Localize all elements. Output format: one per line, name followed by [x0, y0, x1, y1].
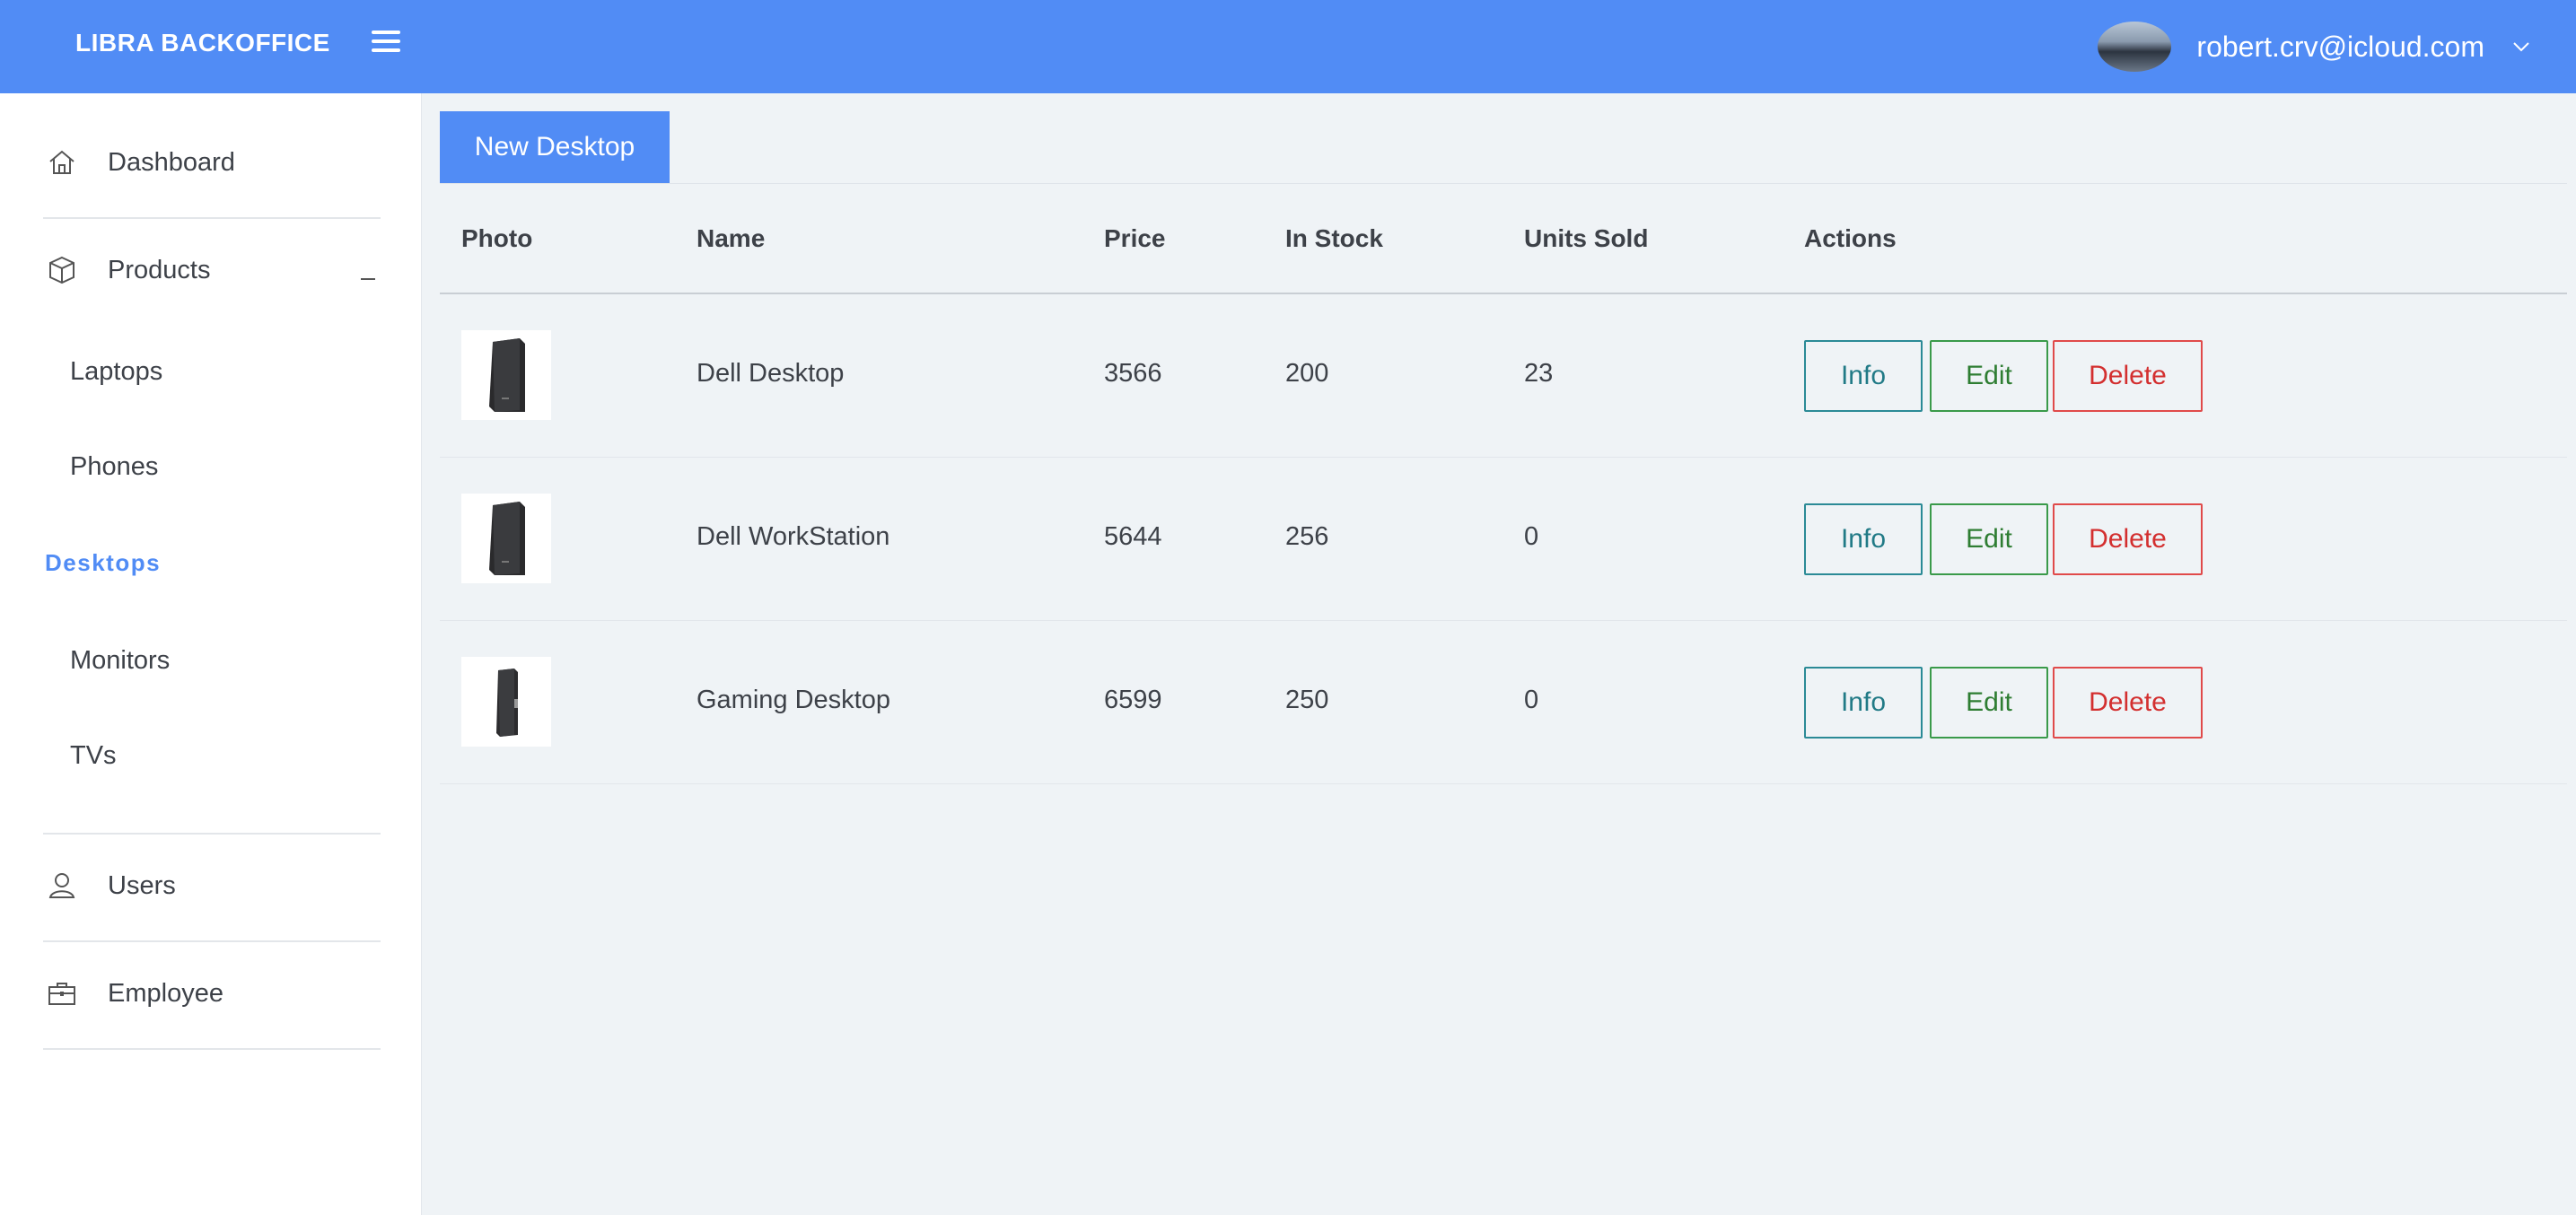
user-email[interactable]: robert.crv@icloud.com: [2196, 31, 2484, 64]
sidebar-item-label: Dashboard: [108, 147, 235, 177]
product-units-sold: 23: [1524, 359, 1554, 388]
collapse-icon[interactable]: [361, 278, 375, 280]
sidebar-item-employee[interactable]: Employee: [0, 948, 422, 1038]
sidebar: Dashboard Products Laptops Phones Deskto…: [0, 93, 422, 1215]
product-in-stock: 200: [1285, 359, 1329, 388]
sidebar-item-label: Employee: [108, 978, 223, 1008]
user-menu[interactable]: robert.crv@icloud.com: [2098, 0, 2531, 93]
product-units-sold: 0: [1524, 686, 1539, 714]
delete-button[interactable]: Delete: [2053, 340, 2203, 412]
product-name: Dell Desktop: [697, 359, 845, 388]
top-navbar: LIBRA BACKOFFICE robert.crv@icloud.com: [0, 0, 2576, 93]
home-icon: [49, 150, 74, 174]
table-row: Gaming Desktop 6599 250 0 Info Edit Dele…: [440, 621, 2567, 784]
divider: [43, 940, 381, 942]
desktop-tower-icon: [489, 502, 525, 575]
sidebar-item-phones[interactable]: Phones: [70, 452, 158, 482]
info-button[interactable]: Info: [1804, 503, 1923, 575]
avatar[interactable]: [2098, 22, 2172, 72]
edit-button[interactable]: Edit: [1930, 503, 2048, 575]
sidebar-item-label: Products: [108, 255, 211, 284]
product-price: 5644: [1104, 522, 1162, 551]
column-header-name: Name: [697, 224, 766, 252]
divider: [43, 1048, 381, 1050]
hamburger-icon[interactable]: [372, 28, 400, 55]
delete-button[interactable]: Delete: [2053, 667, 2203, 739]
edit-button[interactable]: Edit: [1930, 667, 2048, 739]
briefcase-icon: [48, 983, 75, 1005]
sidebar-item-monitors[interactable]: Monitors: [70, 646, 170, 676]
box-icon: [49, 256, 74, 284]
sidebar-item-users[interactable]: Users: [0, 841, 422, 931]
info-button[interactable]: Info: [1804, 667, 1923, 739]
delete-button[interactable]: Delete: [2053, 503, 2203, 575]
table-row: Dell WorkStation 5644 256 0 Info Edit De…: [440, 458, 2567, 621]
product-photo[interactable]: [461, 494, 551, 583]
sidebar-item-laptops[interactable]: Laptops: [70, 357, 162, 387]
sidebar-item-products[interactable]: Products: [0, 225, 422, 315]
product-in-stock: 250: [1285, 686, 1329, 714]
desktop-tower-icon: [489, 338, 525, 412]
column-header-units-sold: Units Sold: [1524, 224, 1649, 252]
column-header-price: Price: [1104, 224, 1166, 252]
sidebar-item-dashboard[interactable]: Dashboard: [0, 118, 422, 207]
sidebar-item-desktops[interactable]: Desktops: [45, 549, 161, 577]
column-header-actions: Actions: [1804, 224, 1897, 252]
product-in-stock: 256: [1285, 522, 1329, 551]
table-row: Dell Desktop 3566 200 23 Info Edit Delet…: [440, 294, 2567, 458]
column-header-in-stock: In Stock: [1285, 224, 1383, 252]
product-photo[interactable]: [461, 657, 551, 747]
product-name: Gaming Desktop: [697, 686, 890, 714]
user-icon: [48, 873, 75, 898]
brand-title[interactable]: LIBRA BACKOFFICE: [75, 0, 330, 93]
desktop-slim-icon: [496, 669, 518, 737]
product-name: Dell WorkStation: [697, 522, 890, 551]
chevron-down-icon[interactable]: [2511, 37, 2531, 57]
product-photo[interactable]: [461, 330, 551, 420]
divider: [43, 217, 381, 219]
product-price: 3566: [1104, 359, 1162, 388]
sidebar-item-tvs[interactable]: TVs: [70, 741, 117, 771]
table-header: Photo Name Price In Stock Units Sold Act…: [440, 183, 2567, 294]
edit-button[interactable]: Edit: [1930, 340, 2048, 412]
product-units-sold: 0: [1524, 522, 1539, 551]
column-header-photo: Photo: [461, 224, 533, 252]
sidebar-item-label: Users: [108, 870, 176, 900]
new-desktop-button[interactable]: New Desktop: [440, 111, 670, 183]
info-button[interactable]: Info: [1804, 340, 1923, 412]
product-price: 6599: [1104, 686, 1162, 714]
divider: [43, 833, 381, 835]
